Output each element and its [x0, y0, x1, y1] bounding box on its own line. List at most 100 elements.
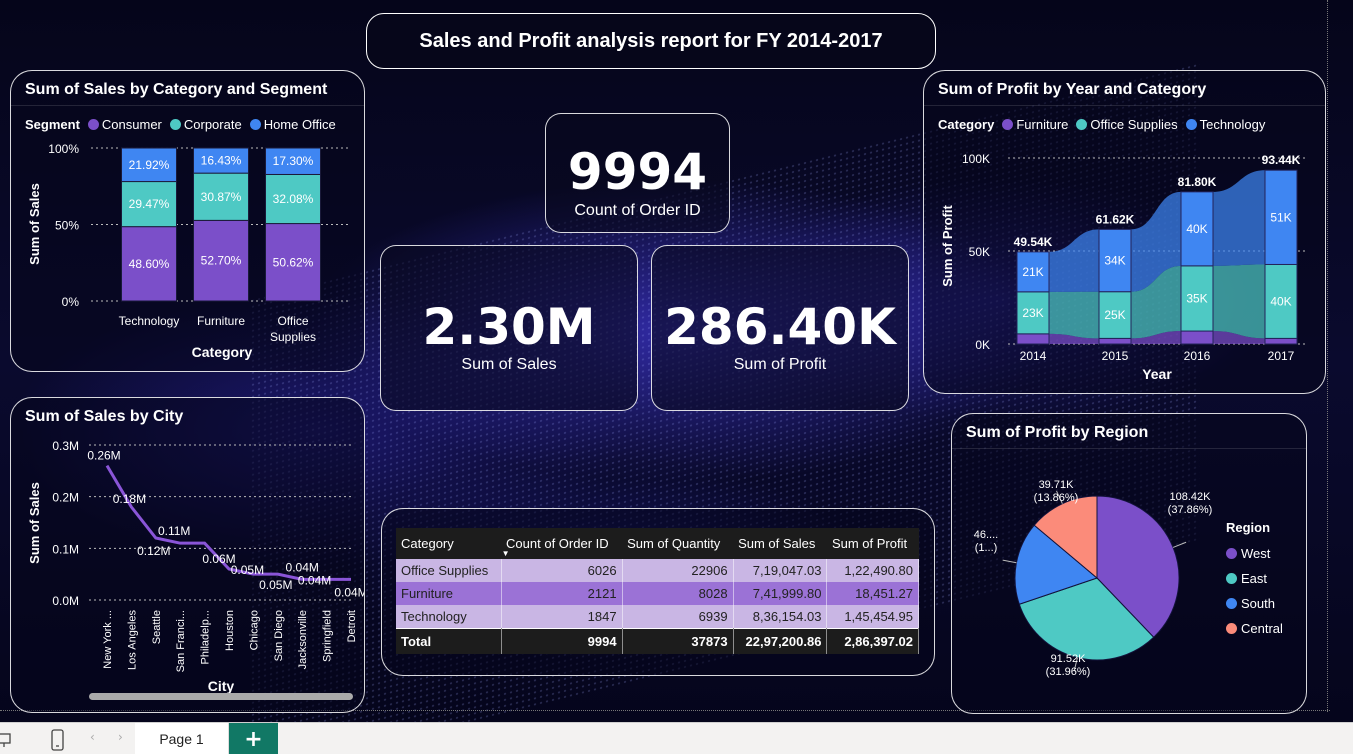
total-label: 93.44K: [1262, 153, 1301, 167]
y-tick-label: 0.0M: [52, 594, 79, 608]
y-tick-label: 100%: [48, 142, 79, 156]
legend-label: Central: [1241, 621, 1283, 636]
col-header-label: Count of Order ID: [506, 536, 609, 551]
table-row[interactable]: Furniture 2121 8028 7,41,999.80 18,451.2…: [396, 582, 919, 605]
col-header-sum-profit[interactable]: Sum of Profit: [826, 528, 919, 559]
leader-line: [1002, 559, 1017, 564]
legend-item-central[interactable]: Central: [1226, 616, 1283, 641]
x-axis-title: Category: [192, 344, 253, 360]
legend-dot: [1226, 623, 1237, 634]
data-label: 0.26M: [87, 449, 120, 463]
legend-region: Region West East South Central: [1226, 520, 1283, 641]
cell-count: 1847: [501, 605, 623, 628]
horizontal-scrollbar[interactable]: [89, 693, 353, 700]
cell-quantity: 6939: [622, 605, 734, 628]
total-label: 61.62K: [1096, 212, 1135, 226]
legend-item-south[interactable]: South: [1226, 591, 1283, 616]
panel-profit-region[interactable]: Sum of Profit by Region 108.42K (37.86%) 9…: [951, 413, 1307, 714]
chart-sales-city: 0.3M 0.2M 0.1M 0.0M Sum of Sales City 0.26M New…: [27, 439, 364, 703]
col-header-sum-sales[interactable]: Sum of Sales: [733, 528, 827, 559]
cell-sales: 8,36,154.03: [733, 605, 828, 628]
y-tick-label: 100K: [962, 152, 990, 166]
y-tick-label: 0.2M: [52, 491, 79, 505]
cell-count: 6026: [501, 559, 623, 582]
mobile-view-icon[interactable]: [50, 729, 66, 751]
add-page-button[interactable]: +: [229, 723, 278, 754]
x-tick-label: Chicago: [248, 610, 260, 650]
data-label: 30.87%: [201, 190, 242, 204]
data-label: 0.18M: [113, 492, 146, 506]
x-tick-label: New York ...: [102, 610, 114, 669]
x-tick-label: Jacksonville: [297, 610, 309, 669]
data-label: 25K: [1104, 308, 1125, 322]
data-label: 40K: [1186, 222, 1207, 236]
data-label: 34K: [1104, 254, 1125, 268]
legend-dot: [1226, 598, 1237, 609]
col-header-count-order-id[interactable]: Count of Order ID ▼: [501, 528, 623, 559]
ribbon-segment: [1016, 333, 1050, 345]
ribbon-segment: [1180, 330, 1214, 345]
tab-page-1[interactable]: Page 1: [135, 723, 229, 754]
col-header-sum-quantity[interactable]: Sum of Quantity: [622, 528, 734, 559]
x-tick-label: Los Angeles: [126, 610, 138, 670]
report-canvas: Sales and Profit analysis report for FY …: [0, 0, 1353, 722]
panel-sales-city[interactable]: Sum of Sales by City 0.3M 0.2M 0.1M 0.0M Sum…: [10, 397, 365, 713]
x-tick-label: Seattle: [151, 610, 163, 644]
total-label: 49.54K: [1014, 235, 1053, 249]
category-matrix-table[interactable]: Category Count of Order ID ▼ Sum of Quant…: [396, 528, 919, 654]
data-label: 108.42K: [1170, 491, 1212, 503]
desktop-view-icon[interactable]: [0, 732, 13, 750]
cell-profit: 1,45,454.95: [826, 605, 919, 628]
legend-dot: [1226, 548, 1237, 559]
y-tick-label: 0.1M: [52, 542, 79, 556]
table-row[interactable]: Office Supplies 6026 22906 7,19,047.03 1…: [396, 559, 919, 582]
data-label: 17.30%: [273, 154, 314, 168]
data-label: 0.12M: [137, 544, 170, 558]
data-label: 52.70%: [201, 254, 242, 268]
x-tick-label: Furniture: [197, 314, 245, 328]
table-total-row: Total 9994 37873 22,97,200.86 2,86,397.0…: [396, 627, 919, 654]
data-label: 21.92%: [129, 158, 170, 172]
ribbon: [1213, 170, 1265, 266]
cell-profit: 18,451.27: [826, 582, 919, 605]
data-label: (1...): [975, 542, 998, 554]
table-header-row: Category Count of Order ID ▼ Sum of Quant…: [396, 528, 919, 559]
kpi-sales-label: Sum of Sales: [461, 356, 557, 373]
ribbon-segment: [1264, 337, 1298, 345]
x-tick-label: Detroit: [346, 610, 358, 642]
legend-label: West: [1241, 546, 1271, 561]
x-tick-label: Philadelp...: [200, 610, 212, 664]
table-row[interactable]: Technology 1847 6939 8,36,154.03 1,45,45…: [396, 605, 919, 628]
legend-item-east[interactable]: East: [1226, 566, 1283, 591]
data-label: 51K: [1270, 210, 1291, 224]
kpi-orders-value: 9994: [567, 143, 708, 201]
kpi-card-profit[interactable]: 286.40K Sum of Profit: [651, 245, 909, 411]
data-label: 0.04M: [334, 585, 364, 599]
y-axis-title: Sum of Profit: [940, 205, 955, 287]
canvas-boundary-right: [1327, 0, 1328, 712]
y-tick-label: 0K: [975, 338, 990, 352]
y-axis-title: Sum of Sales: [27, 482, 42, 564]
ribbon: [1213, 264, 1265, 339]
data-label: (31.96%): [1046, 666, 1091, 678]
data-label: 40K: [1270, 294, 1291, 308]
cell-sales: 7,41,999.80: [733, 582, 828, 605]
col-header-category[interactable]: Category: [396, 528, 502, 559]
ribbon: [1049, 229, 1099, 292]
x-tick-label: Houston: [224, 610, 236, 651]
next-page-icon[interactable]: ›: [118, 730, 123, 744]
data-label: 0.11M: [158, 524, 190, 538]
panel-sales-category-segment[interactable]: Sum of Sales by Category and Segment Seg…: [10, 70, 365, 372]
legend-dot: [1226, 573, 1237, 584]
legend-label: South: [1241, 596, 1275, 611]
x-tick-label: Springfield: [322, 610, 334, 662]
legend-item-west[interactable]: West: [1226, 541, 1283, 566]
x-axis-title: City: [208, 678, 235, 694]
x-tick-label: 2014: [1020, 349, 1047, 363]
cell-total-quantity: 37873: [622, 627, 734, 654]
kpi-card-orders[interactable]: 9994 Count of Order ID: [545, 113, 730, 233]
prev-page-icon[interactable]: ‹: [90, 730, 95, 744]
kpi-card-sales[interactable]: 2.30M Sum of Sales: [380, 245, 638, 411]
data-label: 35K: [1186, 291, 1207, 305]
panel-profit-year-category[interactable]: Sum of Profit by Year and Category Categ…: [923, 70, 1326, 394]
